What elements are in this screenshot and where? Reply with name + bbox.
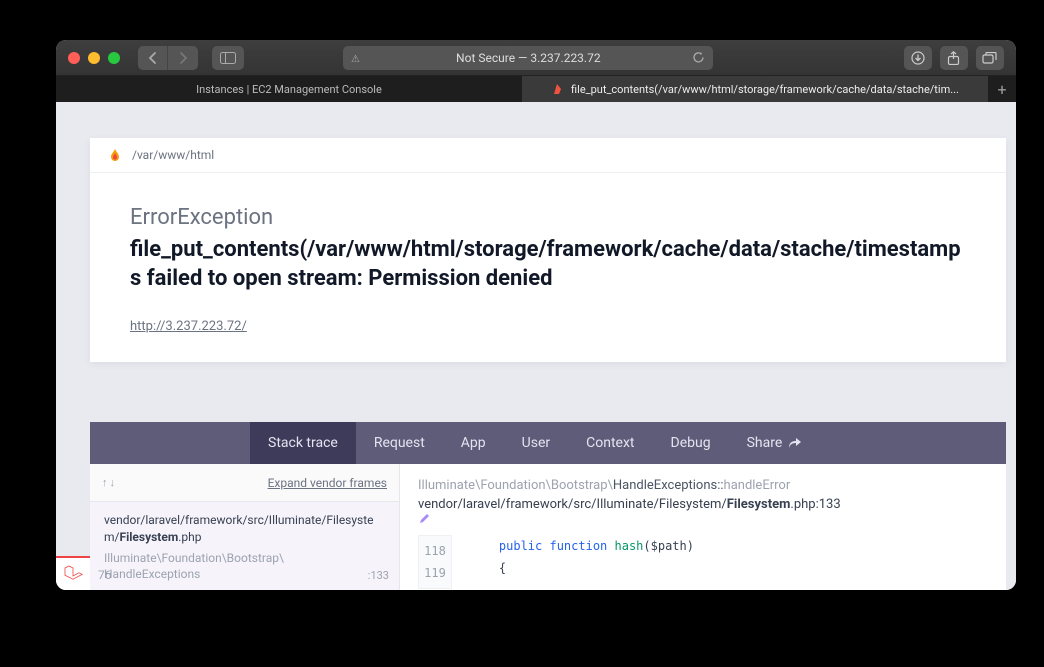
chevron-left-icon: [148, 52, 157, 64]
exception-message: file_put_contents(/var/www/html/storage/…: [130, 236, 966, 293]
line-gutter: 118 119: [418, 535, 452, 589]
maximize-window-icon[interactable]: [108, 52, 120, 64]
frames-panel: ↑ ↓ Expand vendor frames vendor/laravel/…: [90, 464, 400, 590]
arrow-down-icon: ↓: [110, 476, 116, 489]
traffic-lights: [68, 52, 120, 64]
frame-line-number: :133: [368, 568, 389, 583]
browser-window: ⚠ Not Secure — 3.237.223.72 Instances | …: [56, 40, 1016, 590]
tab-share[interactable]: Share: [729, 422, 821, 464]
stack-frame[interactable]: vendor/laravel/framework/src/Illuminate/…: [90, 502, 399, 590]
tab-stack-trace[interactable]: Stack trace: [250, 422, 356, 464]
error-card-body: ErrorException file_put_contents(/var/ww…: [90, 173, 1006, 362]
tab-context[interactable]: Context: [568, 422, 652, 464]
tab-debug[interactable]: Debug: [653, 422, 729, 464]
tab-label: Instances | EC2 Management Console: [196, 83, 382, 96]
gutter-line: 119: [419, 562, 451, 584]
code-lines: public function hash($path) {: [470, 535, 694, 589]
tabs-overview-button[interactable]: [976, 46, 1004, 70]
source-code: 118 119 public function hash($path) {: [418, 535, 988, 589]
tab-request[interactable]: Request: [356, 422, 443, 464]
request-url-link[interactable]: http://3.237.223.72/: [130, 319, 247, 334]
frame-file-path: vendor/laravel/framework/src/Illuminate/…: [104, 512, 385, 546]
edit-file-icon[interactable]: [418, 512, 988, 525]
downloads-button[interactable]: [904, 46, 932, 70]
sidebar-icon: [220, 52, 236, 64]
address-bar[interactable]: ⚠ Not Secure — 3.237.223.72: [343, 46, 713, 70]
source-namespace-line: Illuminate\Foundation\Bootstrap\HandleEx…: [418, 478, 988, 493]
minimize-window-icon[interactable]: [88, 52, 100, 64]
breadcrumb-path: /var/www/html: [132, 148, 214, 162]
laravel-badge[interactable]: [56, 556, 90, 590]
share-arrow-icon: [788, 437, 802, 449]
gutter-line: 118: [419, 540, 451, 562]
frame-count: 76: [98, 568, 112, 582]
expand-vendor-frames-link[interactable]: Expand vendor frames: [268, 476, 387, 490]
frame-namespace: Illuminate\Foundation\Bootstrap\HandleEx…: [104, 550, 385, 584]
error-card: /var/www/html ErrorException file_put_co…: [90, 138, 1006, 362]
frame-nav-arrows[interactable]: ↑ ↓: [102, 476, 115, 489]
address-text: Not Secure — 3.237.223.72: [456, 51, 601, 65]
share-button[interactable]: [940, 46, 968, 70]
tabs-icon: [982, 52, 997, 64]
tab-share-label: Share: [747, 435, 783, 451]
tab-label: file_put_contents(/var/www/html/storage/…: [571, 83, 959, 96]
trace-tabs: Stack trace Request App User Context Deb…: [90, 422, 1006, 464]
reload-icon: [692, 51, 705, 64]
download-icon: [911, 51, 925, 65]
laravel-icon: [63, 564, 83, 584]
source-panel: Illuminate\Foundation\Bootstrap\HandleEx…: [400, 464, 1006, 590]
share-icon: [947, 51, 960, 65]
toolbar-right: [904, 46, 1004, 70]
svg-text:⚠: ⚠: [351, 54, 360, 64]
titlebar: ⚠ Not Secure — 3.237.223.72: [56, 40, 1016, 76]
new-tab-button[interactable]: +: [988, 76, 1016, 102]
code-line: public function hash($path): [470, 535, 694, 557]
page-content: /var/www/html ErrorException file_put_co…: [56, 102, 1016, 590]
tab-bar: Instances | EC2 Management Console file_…: [56, 76, 1016, 102]
sidebar-toggle-button[interactable]: [212, 46, 244, 70]
reload-button[interactable]: [692, 51, 705, 64]
forward-button[interactable]: [168, 46, 198, 70]
close-window-icon[interactable]: [68, 52, 80, 64]
tab-app[interactable]: App: [443, 422, 504, 464]
tab-ec2-console[interactable]: Instances | EC2 Management Console: [56, 76, 522, 102]
ignition-favicon-icon: [551, 82, 565, 96]
source-file-line: vendor/laravel/framework/src/Illuminate/…: [418, 497, 988, 525]
not-secure-icon: ⚠: [351, 52, 363, 64]
stack-trace-section: Stack trace Request App User Context Deb…: [90, 422, 1006, 590]
back-button[interactable]: [138, 46, 168, 70]
nav-back-forward: [138, 46, 198, 70]
trace-body: ↑ ↓ Expand vendor frames vendor/laravel/…: [90, 464, 1006, 590]
code-line: {: [470, 557, 694, 579]
exception-type: ErrorException: [130, 205, 966, 230]
chevron-right-icon: [179, 52, 188, 64]
tab-user[interactable]: User: [504, 422, 568, 464]
flare-logo-icon: [108, 148, 122, 162]
frames-panel-header: ↑ ↓ Expand vendor frames: [90, 464, 399, 502]
plus-icon: +: [997, 80, 1006, 99]
arrow-up-icon: ↑: [102, 476, 108, 489]
tab-error-page[interactable]: file_put_contents(/var/www/html/storage/…: [522, 76, 988, 102]
error-breadcrumb: /var/www/html: [90, 138, 1006, 173]
